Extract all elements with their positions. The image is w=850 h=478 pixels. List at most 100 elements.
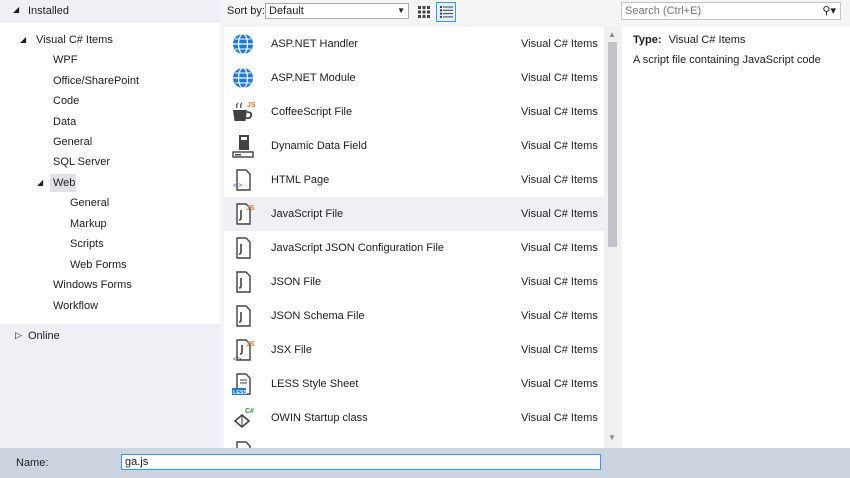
template-item[interactable]: JS JavaScript File Visual C# Items [224, 197, 604, 231]
search-icon[interactable]: ⚲▾ [822, 4, 836, 17]
template-category: Visual C# Items [521, 276, 598, 288]
tree-item-code[interactable]: Code [53, 92, 79, 110]
json-file-icon [230, 303, 256, 329]
tree-label: Office/SharePoint [53, 75, 140, 87]
template-name: JSON File [271, 276, 322, 288]
svg-text:C#: C# [245, 408, 254, 415]
template-item[interactable]: JSON Schema File Visual C# Items [224, 299, 604, 333]
type-row: Type: Visual C# Items [633, 34, 745, 46]
json-file-icon [230, 269, 256, 295]
tree-label: Data [53, 116, 77, 128]
template-category: Visual C# Items [521, 412, 598, 424]
tree-label: Web [53, 177, 76, 189]
template-item[interactable]: C# OWIN Startup class Visual C# Items [224, 401, 604, 435]
template-category: Visual C# Items [521, 106, 598, 118]
template-category: Visual C# Items [521, 174, 598, 186]
less-file-icon: LESS [230, 371, 256, 397]
tree-item-data[interactable]: Data [53, 113, 76, 131]
installed-label: Installed [28, 5, 69, 17]
tree-item-web-general[interactable]: General [70, 194, 109, 212]
template-category: Visual C# Items [521, 344, 598, 356]
expand-triangle-icon[interactable]: ▷ [15, 330, 22, 341]
file-icon [230, 439, 256, 448]
search-input[interactable] [622, 3, 812, 19]
tree-item-wpf[interactable]: WPF [53, 51, 77, 69]
template-category: Visual C# Items [521, 208, 598, 220]
html-page-icon: <> [230, 167, 256, 193]
template-category: Visual C# Items [521, 378, 598, 390]
template-name: JavaScript File [271, 208, 344, 220]
template-name: ASP.NET Handler [271, 38, 359, 50]
template-category: Visual C# Items [521, 72, 598, 84]
sort-by-dropdown[interactable]: Default ▼ [265, 3, 409, 19]
list-view-icon [439, 6, 453, 18]
template-name: ASP.NET Module [271, 72, 356, 84]
sort-value: Default [269, 5, 304, 17]
tree-label: WPF [53, 54, 78, 66]
tree-label: Visual C# Items [36, 34, 113, 46]
installed-header[interactable]: ◢ Installed [0, 0, 220, 22]
scroll-down-arrow-icon[interactable]: ▼ [608, 433, 616, 442]
online-label: Online [28, 330, 60, 342]
collapse-triangle-icon[interactable]: ◢ [13, 5, 19, 14]
medium-icons-view-button[interactable] [414, 2, 434, 22]
scroll-up-arrow-icon[interactable]: ▲ [608, 30, 616, 39]
tree-label: Windows Forms [53, 279, 132, 291]
template-item[interactable]: Dynamic Data Field Visual C# Items [224, 129, 604, 163]
collapse-triangle-icon[interactable]: ◢ [37, 174, 43, 192]
tree-label: Markup [70, 218, 107, 230]
sort-toolbar: Sort by: Default ▼ [220, 0, 620, 24]
tree-label: SQL Server [53, 156, 111, 168]
template-list: ASP.NET Handler Visual C# Items ASP.NET Mo… [224, 27, 604, 448]
template-item[interactable]: </> JS JSX File Visual C# Items [224, 333, 604, 367]
tree-item-sql-server[interactable]: SQL Server [53, 153, 110, 171]
template-item[interactable]: LESS LESS Style Sheet Visual C# Items [224, 367, 604, 401]
sort-by-label: Sort by: [227, 5, 265, 17]
template-item[interactable]: <> HTML Page Visual C# Items [224, 163, 604, 197]
vertical-scrollbar[interactable]: ▲ ▼ [604, 27, 621, 448]
scrollbar-thumb[interactable] [608, 42, 617, 247]
tree-item-web-forms[interactable]: Web Forms [70, 256, 127, 274]
details-panel: Type: Visual C# Items A script file cont… [622, 27, 850, 448]
template-name: JavaScript JSON Configuration File [271, 242, 445, 254]
svg-text:<>: <> [233, 181, 243, 190]
template-name: HTML Page [271, 174, 330, 186]
name-label: Name: [16, 457, 49, 469]
name-input[interactable] [121, 454, 601, 470]
svg-text:LESS: LESS [233, 390, 248, 396]
template-category: Visual C# Items [521, 310, 598, 322]
installed-tree: ◢ Visual C# Items WPF Office/SharePoint … [0, 22, 220, 324]
tree-item-workflow[interactable]: Workflow [53, 297, 98, 315]
svg-text:JS: JS [246, 341, 255, 348]
dropdown-arrow-icon: ▼ [397, 6, 405, 15]
template-item[interactable]: JavaScript JSON Configuration File Visual… [224, 231, 604, 265]
template-item[interactable]: ASP.NET Module Visual C# Items [224, 61, 604, 95]
tree-item-windows-forms[interactable]: Windows Forms [53, 276, 132, 294]
tree-item-web-scripts[interactable]: Scripts [70, 235, 104, 253]
js-file-icon: JS [230, 201, 256, 227]
template-item-partial[interactable] [224, 435, 604, 448]
tree-label: Scripts [70, 238, 104, 250]
template-name: LESS Style Sheet [271, 378, 359, 390]
template-name: CoffeeScript File [271, 106, 353, 118]
tree-item-general[interactable]: General [53, 133, 92, 151]
template-item[interactable]: JSON File Visual C# Items [224, 265, 604, 299]
online-header[interactable]: ▷ Online [0, 324, 220, 348]
tree-item-web-markup[interactable]: Markup [70, 215, 107, 233]
tree-label: Code [53, 95, 80, 107]
tree-label: Web Forms [70, 259, 127, 271]
small-icons-view-button[interactable] [436, 2, 456, 22]
csharp-class-icon: C# [230, 405, 256, 431]
search-box: ⚲▾ [621, 2, 841, 20]
globe-icon [230, 31, 256, 57]
template-category: Visual C# Items [521, 242, 598, 254]
tree-item-office-sharepoint[interactable]: Office/SharePoint [53, 72, 139, 90]
template-item[interactable]: JS CoffeeScript File Visual C# Items [224, 95, 604, 129]
template-item[interactable]: ASP.NET Handler Visual C# Items [224, 27, 604, 61]
tree-label: General [53, 136, 93, 148]
template-name: JSX File [271, 344, 312, 356]
jsx-file-icon: </> JS [230, 337, 256, 363]
type-value: Visual C# Items [668, 34, 746, 46]
collapse-triangle-icon[interactable]: ◢ [20, 31, 26, 49]
grid-view-icon [418, 6, 430, 18]
